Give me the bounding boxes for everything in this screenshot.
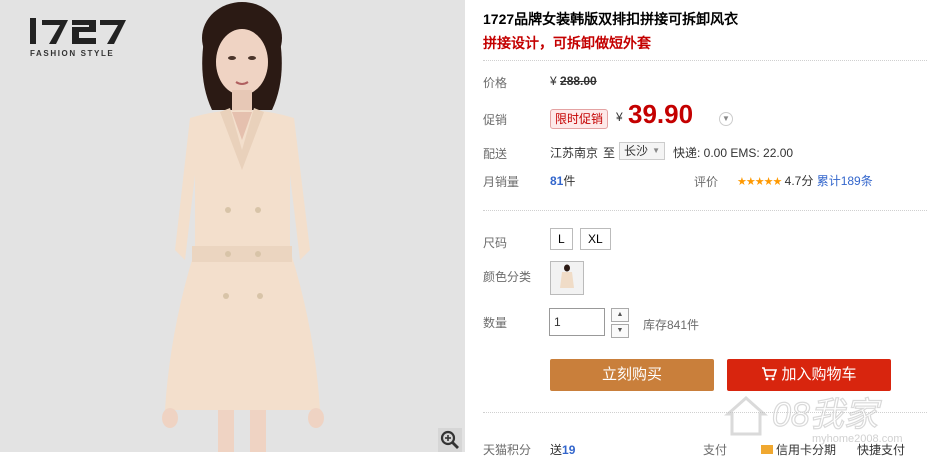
chevron-down-icon[interactable]: ▼ bbox=[719, 112, 733, 126]
rating: ★★★★★ 4.7分 累计189条 bbox=[737, 172, 873, 189]
coat-thumbnail bbox=[551, 262, 583, 294]
original-price-value: 288.00 bbox=[560, 74, 597, 88]
divider bbox=[483, 60, 927, 61]
credit-card-icon bbox=[761, 445, 773, 454]
add-to-cart-button[interactable]: 加入购物车 bbox=[727, 359, 891, 391]
product-subtitle: 拼接设计，可拆卸做短外套 bbox=[483, 35, 651, 51]
product-details: 1727品牌女装韩版双排扣拼接可拆卸风衣 拼接设计，可拆卸做短外套 价格 ¥ 2… bbox=[483, 0, 927, 457]
quantity-label: 数量 bbox=[483, 316, 508, 330]
reviews-prefix: 累计 bbox=[816, 174, 841, 188]
divider bbox=[483, 210, 927, 211]
quick-pay-link[interactable]: 快捷支付 bbox=[857, 441, 905, 458]
quantity-input[interactable] bbox=[549, 308, 605, 336]
currency-symbol: ¥ bbox=[550, 74, 557, 88]
points-label: 天猫积分 bbox=[483, 443, 532, 457]
original-price: ¥ 288.00 bbox=[550, 74, 597, 88]
price-label: 价格 bbox=[483, 76, 508, 90]
size-option-l[interactable]: L bbox=[550, 228, 573, 250]
quantity-decrease-button[interactable]: ▼ bbox=[611, 324, 629, 338]
credit-label: 信用卡分期 bbox=[776, 443, 837, 457]
color-option-thumbnail[interactable] bbox=[550, 261, 584, 295]
product-title: 1727品牌女装韩版双排扣拼接可拆卸风衣 bbox=[483, 11, 739, 27]
pay-label: 支付 bbox=[703, 443, 728, 457]
credit-installment-link[interactable]: 信用卡分期 bbox=[761, 441, 836, 458]
sales-unit: 件 bbox=[563, 174, 576, 188]
points-value: 送19 bbox=[550, 441, 575, 458]
zoom-icon bbox=[440, 430, 459, 449]
points-prefix: 送 bbox=[550, 443, 563, 457]
shipping-label: 配送 bbox=[483, 147, 508, 161]
shipping-from: 江苏南京 bbox=[550, 146, 599, 160]
color-label: 颜色分类 bbox=[483, 270, 532, 284]
reviews-count: 189 bbox=[840, 174, 861, 188]
brand-tagline: FASHION STYLE bbox=[30, 49, 115, 58]
buy-now-button[interactable]: 立刻购买 bbox=[550, 359, 714, 391]
rating-score: 4.7分 bbox=[784, 174, 814, 188]
product-image-panel: FASHION STYLE bbox=[0, 0, 465, 452]
promo-price: 39.90 bbox=[628, 99, 694, 129]
sales-number: 81 bbox=[550, 174, 564, 188]
size-option-xl[interactable]: XL bbox=[580, 228, 611, 250]
shipping-fees: 快递: 0.00 EMS: 22.00 bbox=[673, 146, 794, 160]
zoom-button[interactable] bbox=[438, 428, 462, 452]
model-photo bbox=[162, 2, 324, 452]
shipping-to: 至 bbox=[603, 146, 616, 160]
stock-text: 库存841件 bbox=[643, 318, 700, 332]
reviews-suffix: 条 bbox=[860, 174, 873, 188]
promo-label: 促销 bbox=[483, 113, 508, 127]
size-label: 尺码 bbox=[483, 236, 508, 250]
rating-label: 评价 bbox=[694, 175, 719, 189]
quantity-increase-button[interactable]: ▲ bbox=[611, 308, 629, 322]
sales-count: 81件 bbox=[550, 172, 575, 189]
points-number: 19 bbox=[562, 443, 576, 457]
add-to-cart-label: 加入购物车 bbox=[781, 366, 857, 383]
star-rating-icon: ★★★★★ bbox=[737, 176, 782, 188]
city-value: 长沙 bbox=[624, 144, 649, 158]
city-select[interactable]: 长沙 ▼ bbox=[619, 142, 666, 160]
promo-badge: 限时促销 bbox=[550, 109, 609, 129]
chevron-down-icon: ▼ bbox=[652, 146, 661, 155]
divider bbox=[483, 412, 927, 413]
cart-icon bbox=[762, 367, 778, 381]
promo-currency: ¥ bbox=[616, 110, 623, 124]
sales-label: 月销量 bbox=[483, 175, 520, 189]
reviews-link[interactable]: 累计189条 bbox=[817, 174, 873, 188]
